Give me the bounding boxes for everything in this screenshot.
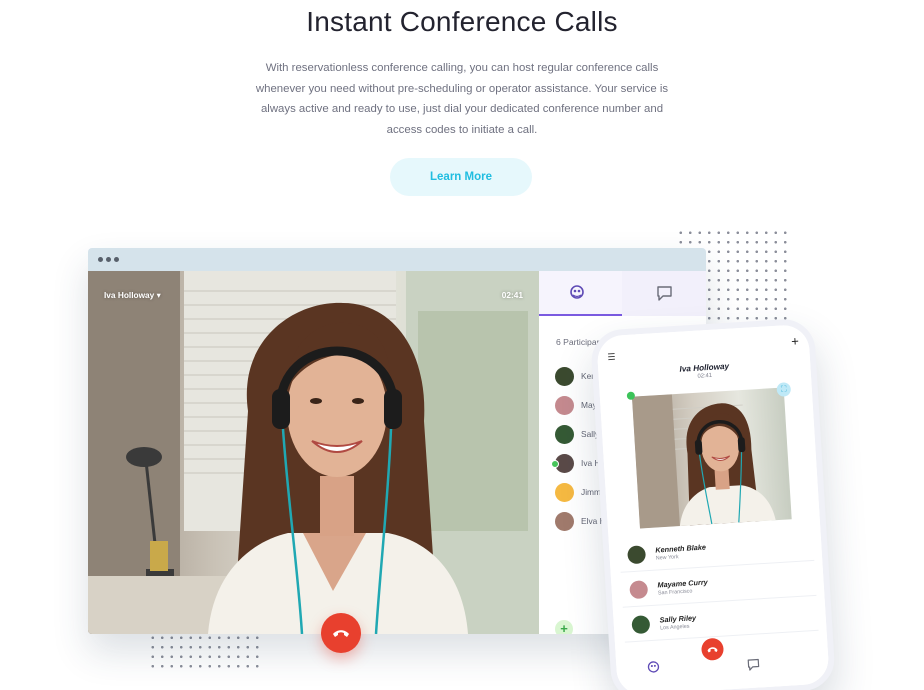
window-title-bar [88,248,706,271]
mobile-participant-row[interactable]: Kenneth Blake New York [618,530,815,573]
participant-location: New York [655,554,679,562]
avatar [555,424,574,444]
page: Instant Conference Calls With reservatio… [0,0,924,690]
phone-screen: ☰ + Iva Holloway 02:41 ⛶ Kenneth Blake N… [596,323,830,690]
avatar [629,580,649,600]
avatar [555,395,574,415]
window-control-dot[interactable] [106,257,111,262]
hang-up-button[interactable] [321,613,361,653]
mobile-phone-mockup: ☰ + Iva Holloway 02:41 ⛶ Kenneth Blake N… [589,317,837,690]
tab-participants[interactable] [539,271,622,316]
page-title: Instant Conference Calls [306,6,618,37]
mobile-video-feed [631,387,792,529]
video-feed: Iva Holloway ▾ 02:41 [88,271,539,634]
mobile-participant-row[interactable]: Mayame Curry San Francisco [620,565,817,608]
video-person-image [88,271,539,634]
people-icon [570,285,584,299]
dot-pattern-decoration [148,633,260,669]
caller-name: Iva Holloway [104,290,155,300]
participant-name: Sally Riley [659,613,697,625]
window-control-dot[interactable] [98,257,103,262]
avatar [555,366,574,386]
mobile-participant-row[interactable]: Sally Riley Los Angeles [623,600,819,643]
tab-chat[interactable] [622,271,706,316]
chat-icon[interactable] [746,657,761,672]
participant-name: Mayame Curry [657,577,708,590]
people-icon[interactable] [646,660,661,675]
avatar [551,453,574,473]
online-status-dot [551,459,559,468]
mobile-video-person-image [631,394,776,529]
chevron-down-icon: ▾ [156,290,161,300]
add-participant-button[interactable]: + [555,620,573,634]
expand-icon[interactable]: ⛶ [776,382,792,397]
menu-icon[interactable]: ☰ [607,352,616,363]
avatar [555,482,574,502]
avatar [555,511,574,531]
panel-tabs [539,271,706,316]
learn-more-button[interactable]: Learn More [390,158,532,196]
caller-name-dropdown[interactable]: Iva Holloway ▾ [104,290,161,300]
hero-description: With reservationless conference calling,… [255,62,669,136]
call-timer: 02:41 [501,290,523,300]
avatar [631,615,651,635]
phone-hangup-icon [707,647,718,653]
avatar [627,545,647,565]
add-icon[interactable]: + [791,333,799,348]
chat-icon [657,286,672,301]
phone-hangup-icon [333,630,349,637]
participant-location: San Francisco [657,588,693,597]
window-control-dot[interactable] [114,257,119,262]
participant-location: Los Angeles [659,623,690,632]
participant-name: Kenneth Blake [655,542,707,555]
